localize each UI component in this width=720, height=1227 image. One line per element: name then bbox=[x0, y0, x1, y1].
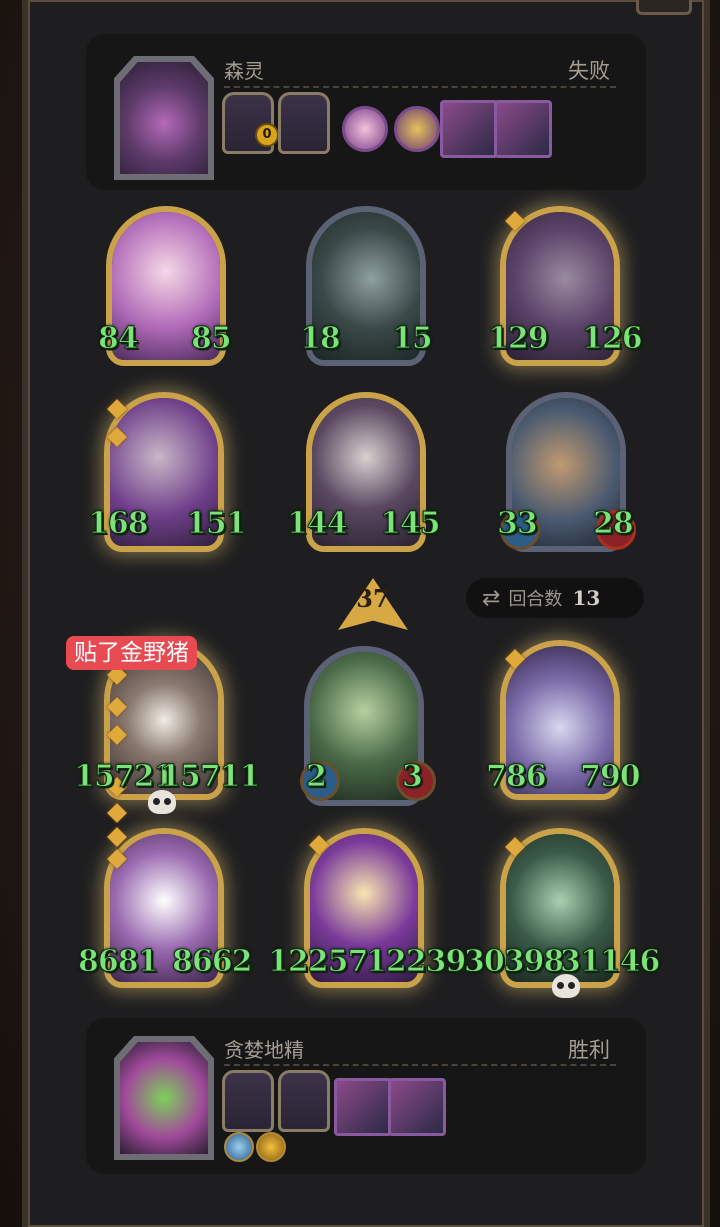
anomaly-card-icon[interactable] bbox=[440, 100, 498, 158]
minion-attack: 8681 bbox=[78, 944, 159, 980]
anomaly-card-icon[interactable] bbox=[388, 1078, 446, 1136]
player-hero-portrait[interactable] bbox=[114, 1036, 214, 1160]
opponent-hero-portrait[interactable] bbox=[114, 56, 214, 180]
strength-icon[interactable] bbox=[256, 1132, 286, 1162]
minion-health: 28 bbox=[593, 506, 635, 542]
minion-health: 151 bbox=[186, 506, 248, 542]
hero-power-icon[interactable]: 0 bbox=[222, 92, 279, 154]
minion-health: 85 bbox=[191, 321, 233, 357]
trinket-icon[interactable] bbox=[394, 106, 440, 152]
minion-attack: 15721 bbox=[73, 759, 174, 795]
minion-attack: 18 bbox=[300, 321, 342, 357]
player-name: 贪婪地精 bbox=[224, 1038, 304, 1062]
tavern-tier-value: 37 bbox=[356, 584, 390, 613]
minion-attack: 2 bbox=[306, 759, 328, 795]
minion-attack: 30398 bbox=[463, 944, 564, 980]
minion-health: 790 bbox=[580, 759, 642, 795]
minion-attack: 12257 bbox=[267, 944, 368, 980]
opponent-name: 森灵 bbox=[224, 59, 264, 83]
opponent-result: 失败 bbox=[568, 59, 610, 83]
minion-attack: 786 bbox=[486, 759, 548, 795]
round-counter-value: 13 bbox=[572, 586, 601, 610]
minion-attack: 33 bbox=[497, 506, 539, 542]
hero-power-icon[interactable] bbox=[222, 1070, 274, 1132]
minion-attack: 129 bbox=[488, 321, 550, 357]
round-counter: ⇄ 回合数 13 bbox=[466, 578, 644, 618]
quest-icon[interactable] bbox=[278, 1070, 330, 1132]
round-counter-label: 回合数 bbox=[508, 589, 563, 610]
minion-health: 15 bbox=[392, 321, 434, 357]
divider bbox=[224, 1064, 616, 1066]
divider bbox=[224, 86, 616, 88]
annotation-tag: 贴了金野猪 bbox=[66, 636, 197, 670]
minion-health: 145 bbox=[380, 506, 442, 542]
minion-attack: 144 bbox=[287, 506, 349, 542]
anomaly-card-icon[interactable] bbox=[494, 100, 552, 158]
minion-health: 15711 bbox=[159, 759, 260, 795]
minion-health: 31146 bbox=[559, 944, 660, 980]
minion-health: 12239 bbox=[365, 944, 466, 980]
minion-health: 3 bbox=[402, 759, 424, 795]
minion-health: 8662 bbox=[172, 944, 253, 980]
minion-attack: 84 bbox=[98, 321, 140, 357]
quest-icon[interactable] bbox=[278, 92, 330, 154]
minion-health: 126 bbox=[582, 321, 644, 357]
cycle-icon: ⇄ bbox=[482, 585, 501, 611]
anomaly-card-icon[interactable] bbox=[334, 1078, 392, 1136]
menu-tab[interactable] bbox=[636, 0, 692, 15]
minion-attack: 168 bbox=[88, 506, 150, 542]
sword-icon[interactable] bbox=[224, 1132, 254, 1162]
coin-icon: 0 bbox=[255, 123, 279, 147]
buddy-icon[interactable] bbox=[342, 106, 388, 152]
player-result: 胜利 bbox=[568, 1038, 610, 1062]
